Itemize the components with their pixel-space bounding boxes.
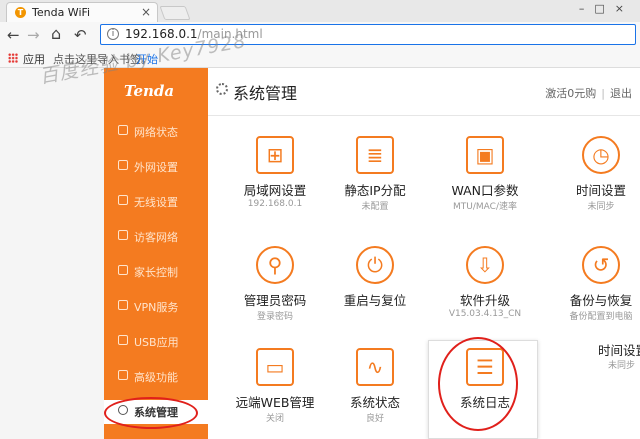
static-ip-icon: ≣: [356, 136, 394, 174]
sidebar-item-5[interactable]: VPN服务: [104, 295, 208, 319]
tile-status: 良好: [365, 414, 384, 424]
sidebar-item-label: 家长控制: [134, 266, 178, 279]
tile-name: WAN口参数: [451, 183, 519, 198]
tile-name: 静态IP分配: [344, 183, 406, 198]
activate-link[interactable]: 激活0元购: [545, 87, 596, 100]
tab-strip: T Tenda WiFi × –□×: [0, 0, 640, 22]
sidebar-item-0[interactable]: 网络状态: [104, 120, 208, 144]
home-icon[interactable]: ⌂: [51, 24, 61, 43]
tools-icon: [118, 370, 128, 380]
tile-name: 系统状态: [349, 395, 400, 410]
logout-link[interactable]: 退出: [610, 87, 632, 100]
tile-status: 未同步: [587, 202, 615, 212]
tile-name: 时间设置: [598, 343, 640, 358]
admin-icon: ⚲: [256, 246, 294, 284]
header-links: 激活0元购 | 退出: [545, 85, 632, 101]
sidebar-item-label: USB应用: [134, 336, 179, 349]
tile-8[interactable]: ▭ 远端WEB管理关闭: [220, 340, 330, 438]
sidebar-item-label: 外网设置: [134, 161, 178, 174]
tile-status: V15.03.4.13_CN: [448, 309, 522, 319]
guest-icon: [118, 230, 128, 240]
tile-status: 关闭: [265, 414, 284, 424]
page-title: 系统管理: [233, 84, 298, 103]
tab-close-icon[interactable]: ×: [141, 5, 151, 19]
tile-name: 时间设置: [575, 183, 626, 198]
info-icon[interactable]: i: [107, 28, 119, 40]
clock-icon: ◷: [582, 136, 620, 174]
usb-icon: [118, 335, 128, 345]
annotation-circle-log: [438, 337, 518, 431]
wan-port-icon: ▣: [466, 136, 504, 174]
tile-status: MTU/MAC/速率: [453, 202, 517, 212]
gear-icon: [216, 83, 228, 95]
window-controls[interactable]: –□×: [579, 2, 634, 15]
tile-9[interactable]: ∿ 系统状态良好: [320, 340, 430, 438]
router-page: Tenda 网络状态外网设置无线设置访客网络家长控制 VPN服务 USB应用高级功能…: [0, 68, 640, 439]
lan-icon: ⊞: [256, 136, 294, 174]
sidebar-item-1[interactable]: 外网设置: [104, 155, 208, 179]
backup-icon: ↺: [582, 246, 620, 284]
sidebar-item-3[interactable]: 访客网络: [104, 225, 208, 249]
parental-icon: [118, 265, 128, 275]
sidebar-item-label: 高级功能: [134, 371, 178, 384]
sidebar-item-4[interactable]: 家长控制: [104, 260, 208, 284]
tenda-logo: Tenda: [124, 82, 175, 100]
reload-icon[interactable]: ↶: [74, 26, 87, 44]
tile-status: 未同步: [608, 361, 636, 371]
apps-grid-icon[interactable]: [8, 53, 18, 63]
tile-name: 管理员密码: [243, 293, 307, 308]
browser-tab[interactable]: T Tenda WiFi ×: [6, 2, 158, 22]
back-icon[interactable]: ←: [7, 26, 20, 44]
sidebar-item-6[interactable]: USB应用: [104, 330, 208, 354]
tile-name: 重启与复位: [343, 293, 407, 308]
tile-4[interactable]: ⚲ 管理员密码登录密码: [220, 238, 330, 336]
sidebar-item-label: 访客网络: [134, 231, 178, 244]
monitor-icon: [118, 125, 128, 135]
sidebar: Tenda 网络状态外网设置无线设置访客网络家长控制 VPN服务 USB应用高级功能…: [104, 68, 208, 439]
tenda-favicon-icon: T: [15, 7, 26, 18]
tile-1[interactable]: ≣ 静态IP分配未配置: [320, 128, 430, 226]
globe-icon: [118, 160, 128, 170]
tile-2[interactable]: ▣ WAN口参数 MTU/MAC/速率: [430, 128, 540, 226]
annotation-circle-menu: [104, 397, 198, 429]
sidebar-item-7[interactable]: 高级功能: [104, 365, 208, 389]
tile-status: 192.168.0.1: [247, 199, 303, 209]
tile-status: 未配置: [361, 202, 389, 212]
sidebar-item-label: 网络状态: [134, 126, 178, 139]
new-tab-button[interactable]: [159, 6, 191, 20]
main-panel: 系统管理 激活0元购 | 退出 ⊞ 局域网设置 192.168.0.1 ≣ 静态IP分配未配…: [208, 68, 640, 439]
wifi-icon: [118, 195, 128, 205]
sidebar-item-2[interactable]: 无线设置: [104, 190, 208, 214]
status-icon: ∿: [356, 348, 394, 386]
sidebar-item-label: 无线设置: [134, 196, 178, 209]
tile-name: 局域网设置: [243, 183, 307, 198]
tile-0[interactable]: ⊞ 局域网设置 192.168.0.1: [220, 128, 330, 226]
active-pointer: [198, 401, 206, 417]
tile-name: 远端WEB管理: [235, 395, 315, 410]
tile-name: 备份与恢复: [569, 293, 633, 308]
tile-status: 登录密码: [256, 312, 293, 322]
tile-11[interactable]: 时间设置未同步: [568, 316, 640, 414]
sidebar-item-label: VPN服务: [134, 301, 179, 314]
header-separator: |: [601, 87, 605, 100]
tile-5[interactable]: ⏻ 重启与复位: [320, 238, 430, 336]
tab-title: Tenda WiFi: [32, 6, 91, 19]
main-header: 系统管理 激活0元购 | 退出: [208, 68, 640, 116]
tile-3[interactable]: ◷ 时间设置未同步: [546, 128, 640, 226]
power-icon: ⏻: [356, 246, 394, 284]
tile-6[interactable]: ⇩ 软件升级 V15.03.4.13_CN: [430, 238, 540, 336]
upgrade-icon: ⇩: [466, 246, 504, 284]
forward-icon[interactable]: →: [27, 26, 40, 44]
remote-web-icon: ▭: [256, 348, 294, 386]
vpn-icon: [118, 300, 128, 310]
tile-name: 软件升级: [459, 293, 510, 308]
